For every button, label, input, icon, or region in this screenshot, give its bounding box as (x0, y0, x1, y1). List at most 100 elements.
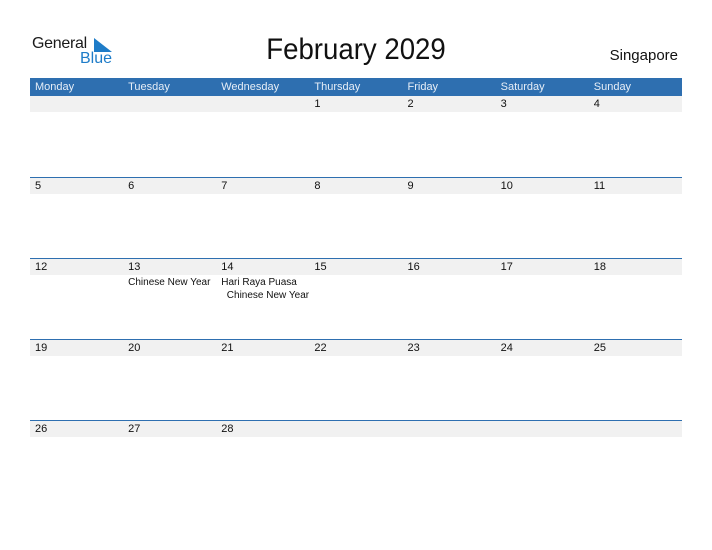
day-number: 20 (128, 342, 141, 354)
day-events (309, 112, 402, 113)
day-events (496, 112, 589, 113)
day-number: 25 (593, 342, 606, 354)
weekday-monday: Monday (35, 81, 75, 93)
date-strip: 5 6 7 8 9 10 11 (30, 178, 682, 194)
day-events (216, 356, 309, 357)
day-events (403, 112, 496, 113)
day-events (30, 194, 123, 195)
day-events (589, 356, 682, 357)
day-events (30, 112, 123, 113)
day-number: 2 (407, 98, 414, 110)
week-row: 12 13 14 15 16 17 18 Chinese New Year Hari Raya … (30, 258, 682, 339)
date-strip: 26 27 28 (30, 421, 682, 437)
day-events (496, 437, 589, 438)
week-row: 1 2 3 4 (30, 96, 682, 177)
day-events (403, 275, 496, 302)
weekday-wednesday: Wednesday (221, 81, 280, 93)
day-number (589, 421, 682, 437)
day-number: 27 (128, 423, 141, 435)
weekday-sunday: Sunday (593, 81, 632, 93)
day-events (496, 356, 589, 357)
day-number: 10 (500, 180, 513, 192)
day-number: 4 (593, 98, 600, 110)
calendar-grid: Monday Tuesday Wednesday Thursday Friday… (30, 78, 682, 501)
events-row: Chinese New Year Hari Raya Puasa Chinese … (30, 275, 682, 302)
events-row (30, 437, 682, 438)
day-number: 17 (500, 261, 513, 273)
holiday-event: Chinese New Year (128, 277, 211, 288)
week-row: 26 27 28 (30, 420, 682, 501)
day-events (403, 356, 496, 357)
day-events (30, 275, 123, 302)
calendar-title: February 2029 (266, 33, 446, 66)
weekday-thursday: Thursday (314, 81, 361, 93)
day-number: 22 (314, 342, 327, 354)
day-number: 18 (593, 261, 606, 273)
weeks-container: 1 2 3 4 5 6 7 8 9 10 11 12 13 14 15 16 17 18 Chinese New Y… (30, 96, 682, 501)
date-strip: 1 2 3 4 (30, 96, 682, 112)
day-number: 6 (128, 180, 135, 192)
day-events (123, 194, 216, 195)
events-row (30, 356, 682, 357)
day-number: 1 (314, 98, 321, 110)
day-events: Chinese New Year (123, 275, 216, 302)
holiday-event: Hari Raya Puasa (221, 277, 297, 288)
day-events (309, 356, 402, 357)
day-events (309, 275, 402, 302)
country-label: Singapore (609, 47, 678, 64)
day-events (309, 194, 402, 195)
weekday-header: Monday Tuesday Wednesday Thursday Friday… (30, 78, 682, 96)
day-number (30, 96, 123, 112)
weekday-friday: Friday (407, 81, 439, 93)
day-events (403, 194, 496, 195)
day-number (309, 421, 402, 437)
events-row (30, 194, 682, 195)
events-row (30, 112, 682, 113)
day-events (123, 356, 216, 357)
day-events (30, 437, 123, 438)
day-events (496, 194, 589, 195)
day-events (589, 194, 682, 195)
day-events (309, 437, 402, 438)
day-number: 14 (221, 261, 234, 273)
day-events (216, 437, 309, 438)
day-number: 9 (407, 180, 414, 192)
day-number: 3 (500, 98, 507, 110)
week-row: 19 20 21 22 23 24 25 (30, 339, 682, 420)
day-events (216, 194, 309, 195)
day-number (496, 421, 589, 437)
day-events: Hari Raya Puasa Chinese New Year (216, 275, 309, 302)
holiday-event: Chinese New Year (221, 290, 310, 301)
day-events (589, 275, 682, 302)
day-events (123, 437, 216, 438)
day-number: 5 (35, 180, 42, 192)
day-number: 8 (314, 180, 321, 192)
day-number: 26 (35, 423, 48, 435)
day-events (496, 275, 589, 302)
day-number: 19 (35, 342, 48, 354)
day-number: 15 (314, 261, 327, 273)
day-number (403, 421, 496, 437)
day-events (123, 112, 216, 113)
day-events (216, 112, 309, 113)
day-number (216, 96, 309, 112)
day-events (589, 112, 682, 113)
day-number: 24 (500, 342, 513, 354)
day-events (589, 437, 682, 438)
day-number: 7 (221, 180, 228, 192)
date-strip: 19 20 21 22 23 24 25 (30, 340, 682, 356)
week-row: 5 6 7 8 9 10 11 (30, 177, 682, 258)
day-number: 13 (128, 261, 141, 273)
weekday-saturday: Saturday (500, 81, 545, 93)
day-events (30, 356, 123, 357)
day-number: 16 (407, 261, 420, 273)
day-number: 21 (221, 342, 234, 354)
day-number: 28 (221, 423, 234, 435)
day-number: 11 (593, 180, 606, 192)
day-number: 23 (407, 342, 420, 354)
day-events (403, 437, 496, 438)
day-number: 12 (35, 261, 48, 273)
weekday-tuesday: Tuesday (128, 81, 170, 93)
day-number (123, 96, 216, 112)
date-strip: 12 13 14 15 16 17 18 (30, 259, 682, 275)
